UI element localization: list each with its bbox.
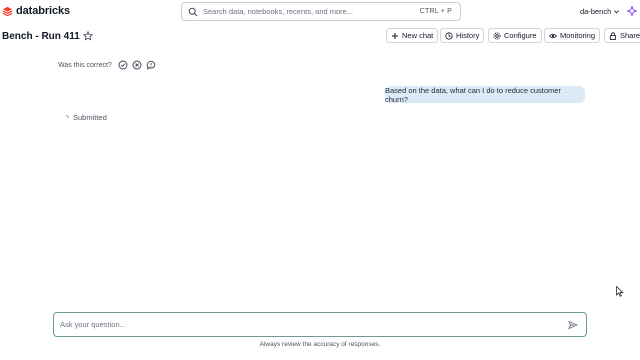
global-search[interactable]: Search data, notebooks, recents, and mor… [181, 2, 461, 21]
databricks-logo-icon [2, 6, 13, 16]
workspace-name: da-bench [580, 7, 612, 16]
send-icon[interactable] [568, 320, 578, 330]
new-chat-button[interactable]: New chat [386, 28, 439, 43]
configure-button[interactable]: Configure [488, 28, 542, 43]
plus-icon [392, 32, 398, 39]
databricks-logo[interactable]: databricks [2, 5, 70, 17]
history-label: History [456, 31, 480, 40]
share-label: Share [620, 31, 640, 40]
feedback-row: Was this correct? [58, 60, 156, 70]
question-composer [53, 312, 587, 337]
new-chat-label: New chat [402, 31, 434, 40]
feedback-question: Was this correct? [58, 61, 112, 69]
x-circle-icon[interactable] [132, 60, 142, 70]
search-icon [188, 7, 198, 16]
accuracy-disclaimer: Always review the accuracy of responses. [259, 341, 381, 348]
user-message-text: Based on the data, what can I do to redu… [385, 85, 561, 104]
history-icon [445, 31, 453, 40]
app-name: databricks [16, 5, 71, 17]
share-button[interactable]: Share [604, 28, 640, 43]
loading-spinner-icon [65, 114, 69, 118]
monitoring-button[interactable]: Monitoring [544, 28, 601, 43]
search-shortcut: CTRL + P [419, 8, 452, 15]
eye-icon [549, 33, 557, 38]
top-bar: databricks Search data, notebooks, recen… [0, 0, 640, 24]
chevron-down-icon [614, 10, 620, 14]
check-circle-icon[interactable] [118, 60, 128, 70]
response-status: Submitted [63, 113, 107, 122]
search-placeholder: Search data, notebooks, recents, and mor… [203, 7, 354, 16]
history-button[interactable]: History [440, 28, 485, 43]
lock-icon [610, 31, 616, 40]
page-title: Bench - Run 411 [2, 31, 80, 42]
comment-icon[interactable] [146, 60, 156, 70]
workspace-switcher[interactable]: da-bench [580, 7, 620, 16]
configure-label: Configure [504, 31, 537, 40]
monitoring-label: Monitoring [560, 31, 596, 40]
star-icon[interactable] [83, 31, 93, 41]
question-input[interactable] [60, 320, 568, 329]
assistant-sparkle-icon[interactable] [627, 6, 637, 16]
gear-icon [493, 32, 501, 39]
status-text: Submitted [73, 113, 107, 122]
mouse-cursor-icon [616, 286, 624, 297]
user-message-bubble: Based on the data, what can I do to redu… [385, 85, 585, 104]
